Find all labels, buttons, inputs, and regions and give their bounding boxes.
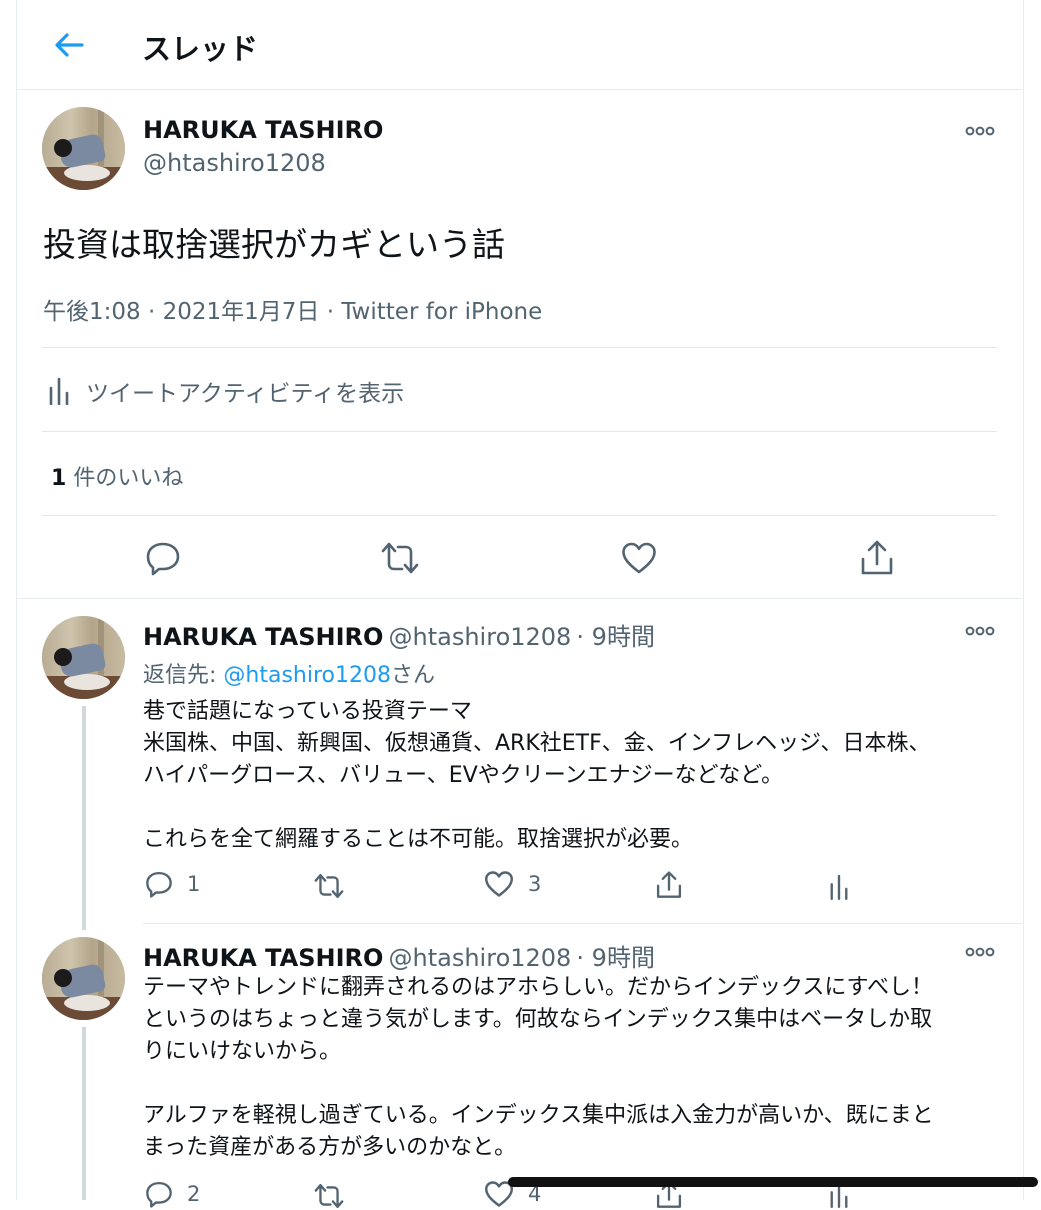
- like-count: 3: [528, 872, 542, 896]
- tweet-timestamp[interactable]: 午後1:08 · 2021年1月7日 · Twitter for iPhone: [43, 292, 542, 326]
- reply-icon[interactable]: [145, 540, 181, 576]
- author-display-name[interactable]: HARUKA TASHIRO: [143, 944, 383, 972]
- more-options-icon[interactable]: [965, 126, 995, 136]
- like-icon[interactable]: [621, 541, 657, 575]
- reply-icon: [146, 1181, 172, 1208]
- share-icon[interactable]: [655, 870, 683, 900]
- replying-to-prefix: 返信先:: [143, 663, 224, 688]
- replying-to-handle[interactable]: @htashiro1208: [223, 663, 391, 688]
- reply-button[interactable]: 2: [145, 1180, 200, 1208]
- divider: [42, 515, 997, 516]
- reply-text: テーマやトレンドに翻弄されるのはアホらしい。だからインデックスにすべし！ という…: [143, 975, 934, 1160]
- more-options-icon[interactable]: [965, 947, 995, 957]
- tweet-activity-link[interactable]: ツイートアクティビティを表示: [48, 374, 404, 408]
- activity-label: ツイートアクティビティを表示: [86, 381, 405, 407]
- avatar[interactable]: [42, 937, 125, 1020]
- avatar[interactable]: [42, 616, 125, 699]
- reply-header: HARUKA TASHIRO @htashiro1208 · 9時間: [143, 938, 655, 973]
- likes-label: 件のいいね: [73, 466, 184, 491]
- analytics-icon: [49, 377, 69, 405]
- thread-line: [82, 706, 86, 930]
- retweet-icon[interactable]: [313, 1182, 345, 1210]
- author-display-name[interactable]: HARUKA TASHIRO: [143, 623, 383, 651]
- reply-text: 巷で話題になっている投資テーマ 米国株、中国、新興国、仮想通貨、ARK社ETF、…: [143, 699, 931, 852]
- like-button[interactable]: 3: [484, 870, 541, 898]
- replying-to-suffix: さん: [390, 663, 435, 688]
- reply-count: 2: [187, 1182, 201, 1206]
- retweet-icon[interactable]: [313, 872, 345, 900]
- author-handle[interactable]: @htashiro1208: [389, 944, 572, 972]
- reply-button[interactable]: 1: [145, 870, 200, 898]
- share-icon[interactable]: [859, 539, 895, 577]
- avatar[interactable]: [42, 107, 125, 190]
- back-arrow-icon[interactable]: [52, 28, 86, 62]
- likes-summary[interactable]: 1 件のいいね: [51, 460, 183, 492]
- divider: [143, 923, 1022, 924]
- divider: [42, 431, 997, 432]
- reply-icon: [146, 871, 172, 898]
- author-handle[interactable]: @htashiro1208: [389, 623, 572, 651]
- thread-line: [82, 1027, 86, 1200]
- reply-header: HARUKA TASHIRO @htashiro1208 · 9時間: [143, 617, 655, 652]
- analytics-icon[interactable]: [829, 874, 849, 900]
- like-icon: [485, 871, 513, 897]
- author-display-name[interactable]: HARUKA TASHIRO: [143, 116, 383, 144]
- reply-count: 1: [187, 872, 201, 896]
- tweet-text: 投資は取捨選択がカギという話: [43, 225, 505, 264]
- header-divider: [16, 89, 1022, 90]
- more-options-icon[interactable]: [965, 626, 995, 636]
- tweet-time[interactable]: · 9時間: [576, 944, 655, 972]
- divider: [42, 347, 997, 348]
- tweet-time[interactable]: · 9時間: [576, 623, 655, 651]
- page-title: スレッド: [142, 32, 259, 66]
- home-indicator[interactable]: [508, 1177, 1038, 1187]
- divider: [16, 598, 1022, 599]
- replying-to: 返信先: @htashiro1208さん: [143, 657, 435, 689]
- retweet-icon[interactable]: [380, 540, 420, 576]
- author-handle[interactable]: @htashiro1208: [143, 149, 326, 177]
- likes-count: 1: [51, 466, 67, 491]
